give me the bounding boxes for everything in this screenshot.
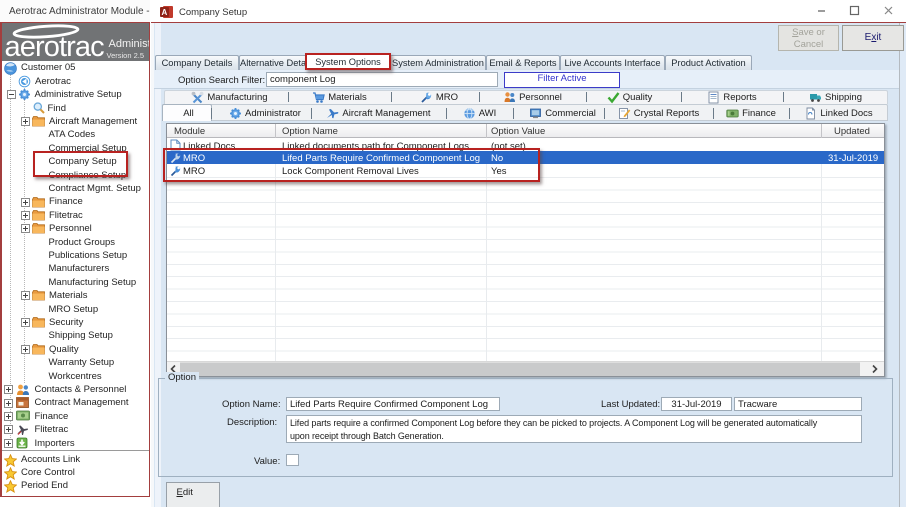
svg-text:A: A bbox=[161, 7, 167, 16]
